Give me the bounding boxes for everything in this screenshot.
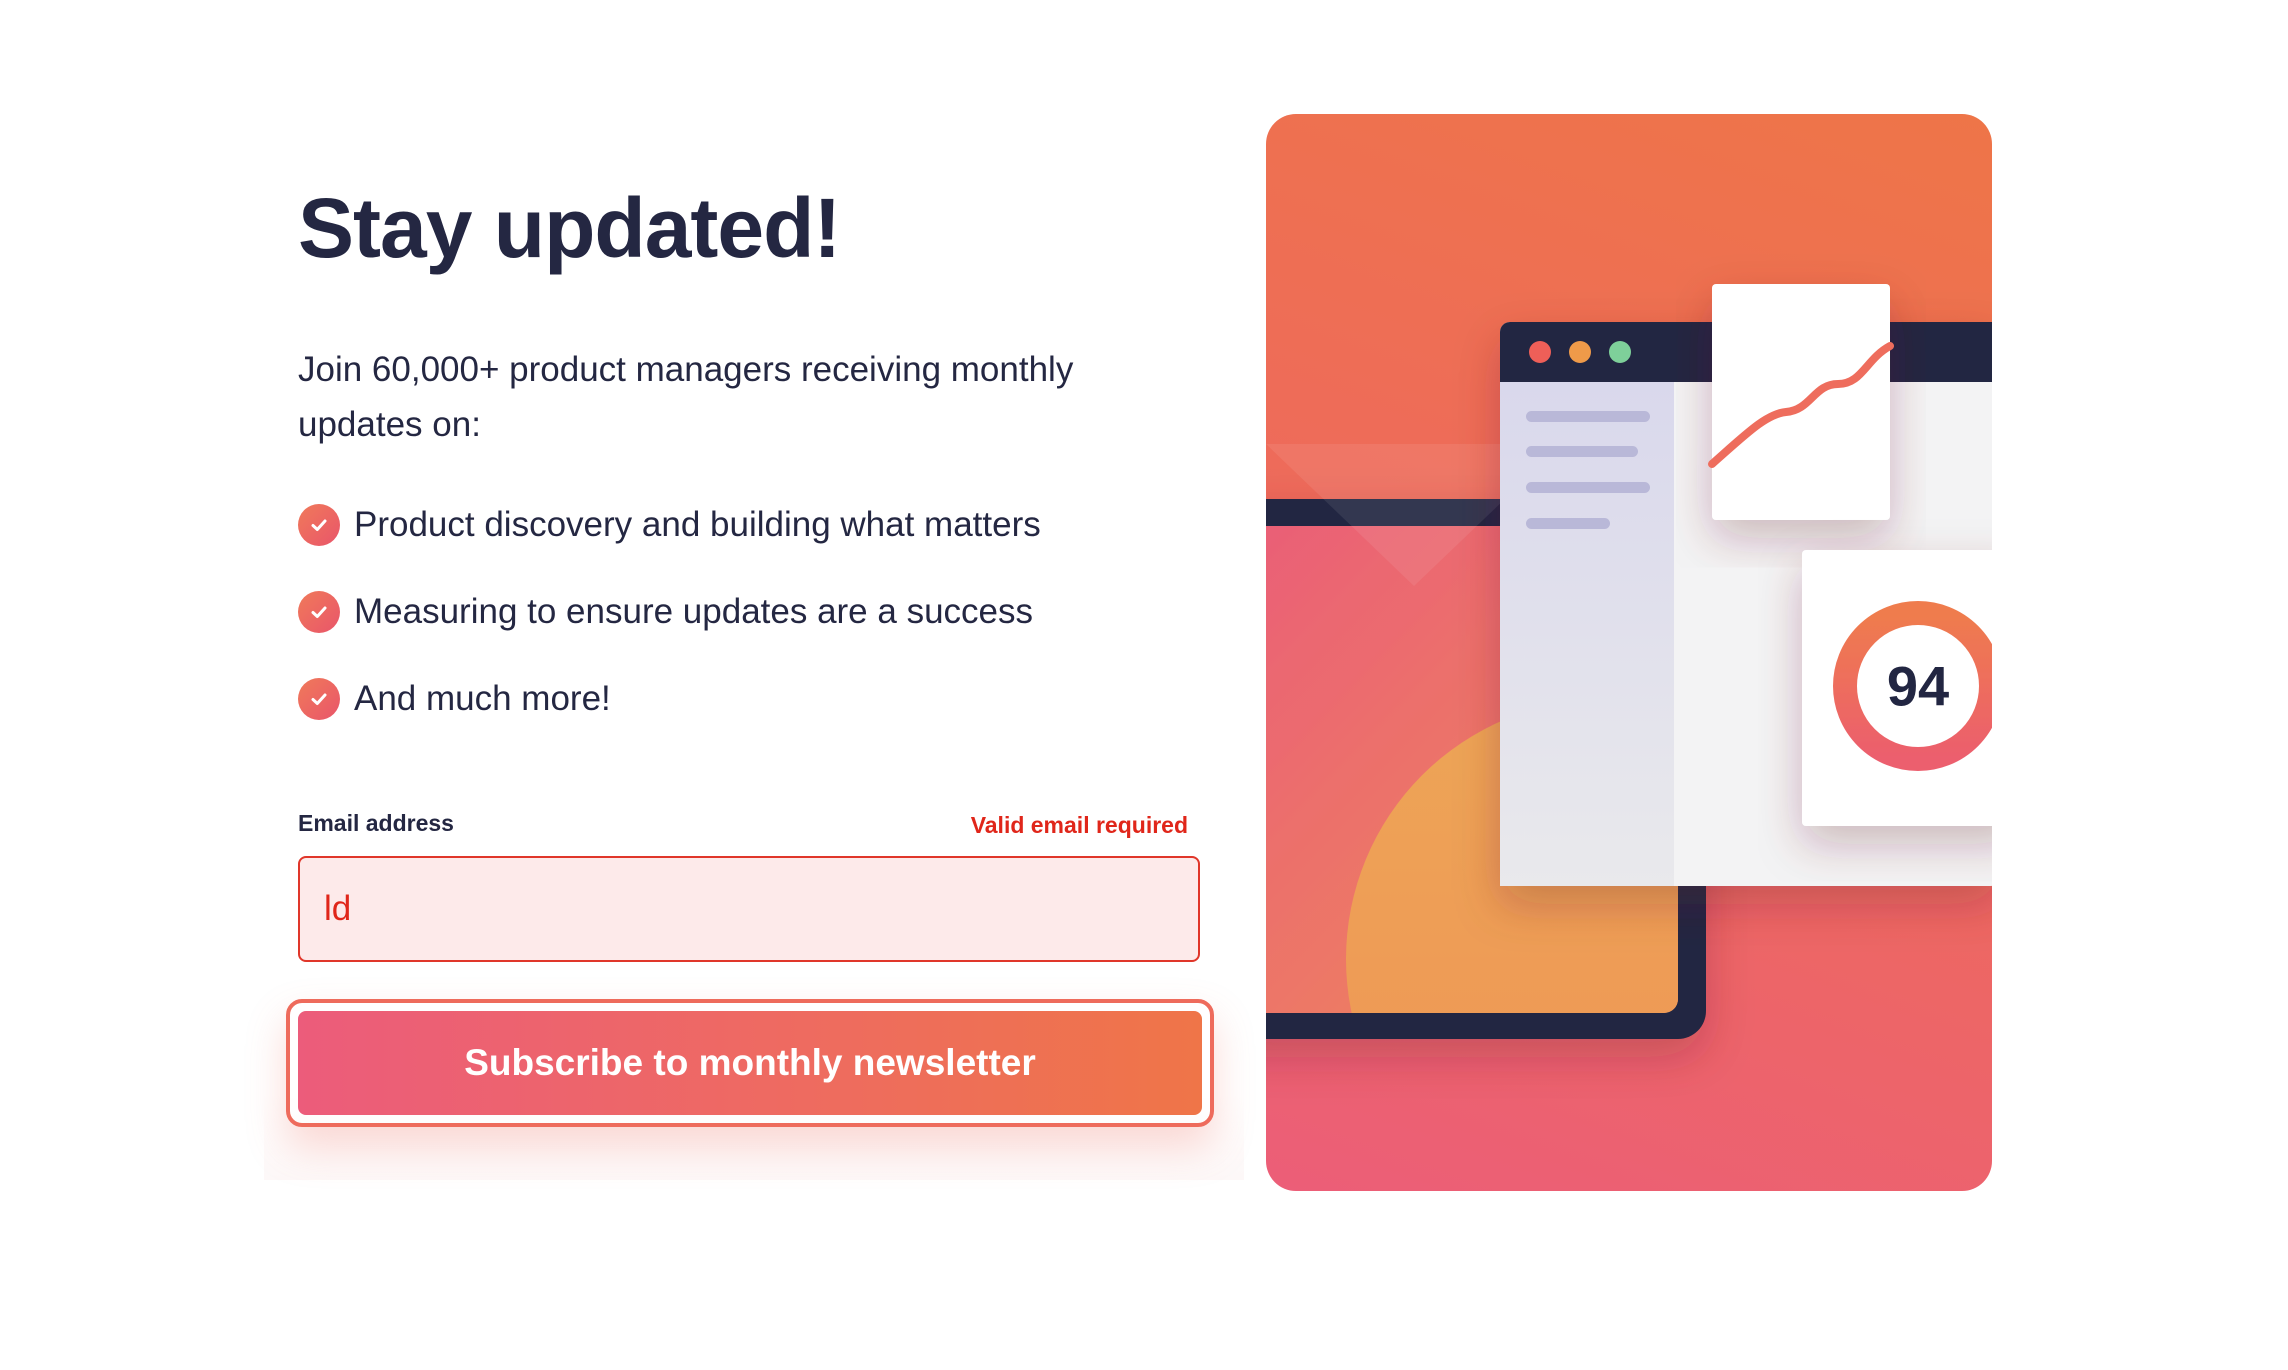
check-circle-icon: [298, 504, 340, 546]
benefits-list: Product discovery and building what matt…: [298, 496, 1041, 757]
benefit-label: Product discovery and building what matt…: [354, 505, 1041, 544]
intro-text: Join 60,000+ product managers receiving …: [298, 350, 1074, 444]
email-label: Email address: [298, 810, 454, 836]
score-card: 94: [1802, 550, 1992, 826]
email-field[interactable]: [298, 856, 1200, 962]
benefit-item: Product discovery and building what matt…: [298, 496, 1041, 554]
check-circle-icon: [298, 678, 340, 720]
newsletter-signup-page: Stay updated! Join 60,000+ product manag…: [0, 0, 2288, 1370]
benefit-item: Measuring to ensure updates are a succes…: [298, 583, 1041, 641]
illustration-artwork: 94: [1266, 284, 1992, 1039]
newsletter-illustration: 94: [1266, 114, 1992, 1191]
subscribe-button-focus-ring: Subscribe to monthly newsletter: [286, 999, 1214, 1127]
page-title: Stay updated!: [298, 181, 841, 275]
trend-chart-card: [1708, 284, 1894, 520]
score-value: 94: [1887, 655, 1949, 718]
check-circle-icon: [298, 591, 340, 633]
benefit-label: Measuring to ensure updates are a succes…: [354, 592, 1033, 631]
subscribe-button[interactable]: Subscribe to monthly newsletter: [298, 1011, 1202, 1115]
benefit-label: And much more!: [354, 679, 611, 718]
benefit-item: And much more!: [298, 670, 1041, 728]
email-error-message: Valid email required: [970, 812, 1188, 838]
